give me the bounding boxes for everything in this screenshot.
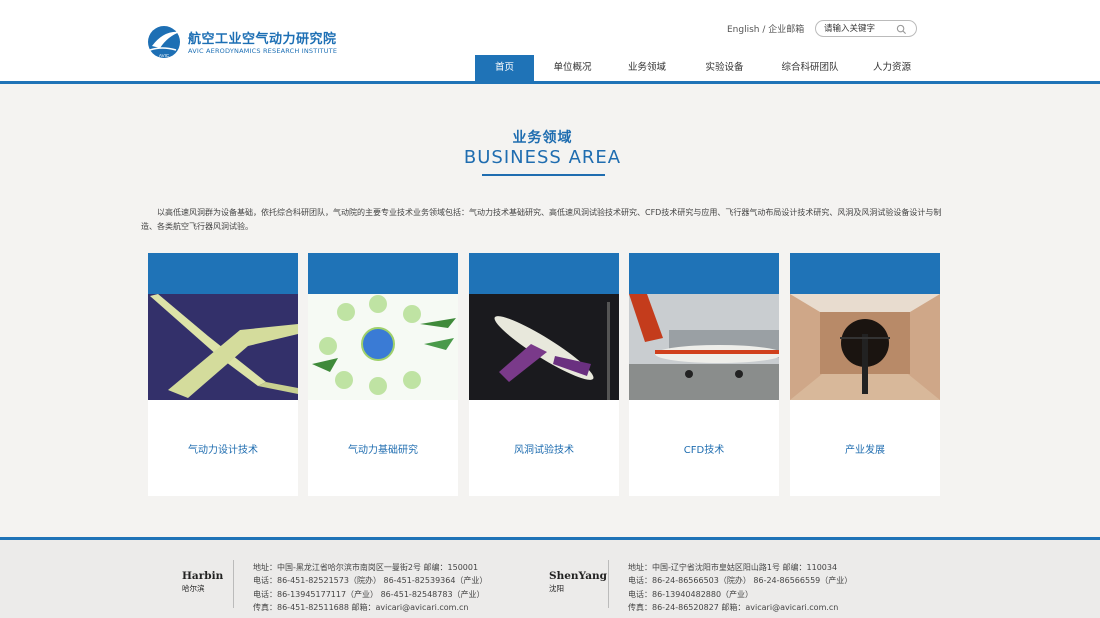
nav-item-business[interactable]: 业务领域 [611, 55, 683, 81]
section-title-cn: 业务领域 [512, 130, 573, 146]
harbin-address: 地址：中国-黑龙江省哈尔滨市南岗区一曼街2号 邮编：150001 [253, 563, 479, 572]
card-band [790, 253, 940, 294]
main-nav: 首页 单位概况 业务领域 实验设备 综合科研团队 人力资源 [475, 55, 930, 81]
section-intro: 以高低速风洞群为设备基础，依托综合科研团队，气动院的主要专业技术业务领域包括：气… [141, 208, 942, 231]
card-band [148, 253, 298, 294]
footer-separator [233, 560, 234, 608]
card-label: 气动力基础研究 [348, 445, 418, 456]
logo-english-name: AVIC AERODYNAMICS RESEARCH INSTITUTE [188, 47, 338, 55]
logo-mark-text: AVIC [159, 53, 170, 58]
city-shenyang: ShenYang 沈阳 [549, 570, 609, 594]
card-image-aircraft-model [148, 294, 298, 400]
shenyang-contact: 地址：中国-辽宁省沈阳市皇姑区阳山路1号 邮编：110034 电话：86-24-… [628, 561, 852, 615]
card-wind-tunnel-test[interactable]: 风洞试验技术 [469, 253, 619, 496]
card-image-wind-tunnel-model [469, 294, 619, 400]
header-divider [0, 81, 1100, 84]
card-image-airliner [629, 294, 779, 400]
shenyang-phone-1: 电话：86-24-86566503（院办） 86-24-86566559（产业） [628, 576, 853, 586]
avic-logo-icon: AVIC [148, 26, 180, 58]
link-separator: / [762, 25, 766, 35]
harbin-phone-1: 电话：86-451-82521573（院办） 86-451-82539364（产… [253, 576, 488, 586]
site-header: AVIC 航空工业空气动力研究院 AVIC AERODYNAMICS RESEA… [0, 0, 1100, 84]
harbin-fax-email: 传真：86-451-82511688 邮箱：avicari@avicari.co… [253, 603, 469, 613]
site-footer: Harbin 哈尔滨 地址：中国-黑龙江省哈尔滨市南岗区一曼街2号 邮编：150… [0, 540, 1100, 618]
footer-separator [608, 560, 609, 608]
card-image-research-diagram [308, 294, 458, 400]
card-label: CFD技术 [683, 445, 725, 456]
city-shenyang-cn: 沈阳 [549, 584, 564, 593]
section-title-en: BUSINESS AREA [463, 147, 622, 168]
enterprise-mail-link[interactable]: 企业邮箱 [768, 25, 804, 35]
card-aero-basic-research[interactable]: 气动力基础研究 [308, 253, 458, 496]
search-box [815, 20, 917, 37]
shenyang-phone-2: 电话：86-13940482880（产业） [628, 589, 754, 599]
nav-item-about[interactable]: 单位概况 [534, 55, 611, 81]
nav-item-research-team[interactable]: 综合科研团队 [766, 55, 854, 81]
english-link[interactable]: English [727, 25, 760, 35]
card-label: 风洞试验技术 [514, 445, 574, 456]
harbin-contact: 地址：中国-黑龙江省哈尔滨市南岗区一曼街2号 邮编：150001 电话：86-4… [253, 561, 487, 615]
card-label: 气动力设计技术 [188, 445, 258, 456]
card-image-test-section [790, 294, 940, 400]
nav-item-hr[interactable]: 人力资源 [854, 55, 930, 81]
shenyang-address: 地址：中国-辽宁省沈阳市皇姑区阳山路1号 邮编：110034 [628, 563, 838, 572]
search-input[interactable] [824, 22, 900, 35]
card-industry[interactable]: 产业发展 [790, 253, 940, 496]
city-shenyang-en: ShenYang [549, 570, 607, 582]
card-aero-design[interactable]: 气动力设计技术 [148, 253, 298, 496]
card-label: 产业发展 [845, 445, 885, 456]
shenyang-fax-email: 传真：86-24-86520827 邮箱：avicari@avicari.com… [628, 603, 839, 613]
nav-item-home[interactable]: 首页 [475, 55, 534, 81]
card-cfd[interactable]: CFD技术 [629, 253, 779, 496]
card-band [469, 253, 619, 294]
top-links: English / 企业邮箱 [727, 22, 804, 35]
logo-chinese-name: 航空工业空气动力研究院 [188, 32, 337, 47]
section-underline [482, 174, 605, 176]
nav-item-equipment[interactable]: 实验设备 [683, 55, 766, 81]
card-band [308, 253, 458, 294]
search-icon[interactable] [896, 24, 907, 35]
card-band [629, 253, 779, 294]
harbin-phone-2: 电话：86-13945177117（产业） 86-451-82548783（产业… [253, 589, 485, 599]
site-logo[interactable]: AVIC 航空工业空气动力研究院 AVIC AERODYNAMICS RESEA… [146, 24, 356, 62]
